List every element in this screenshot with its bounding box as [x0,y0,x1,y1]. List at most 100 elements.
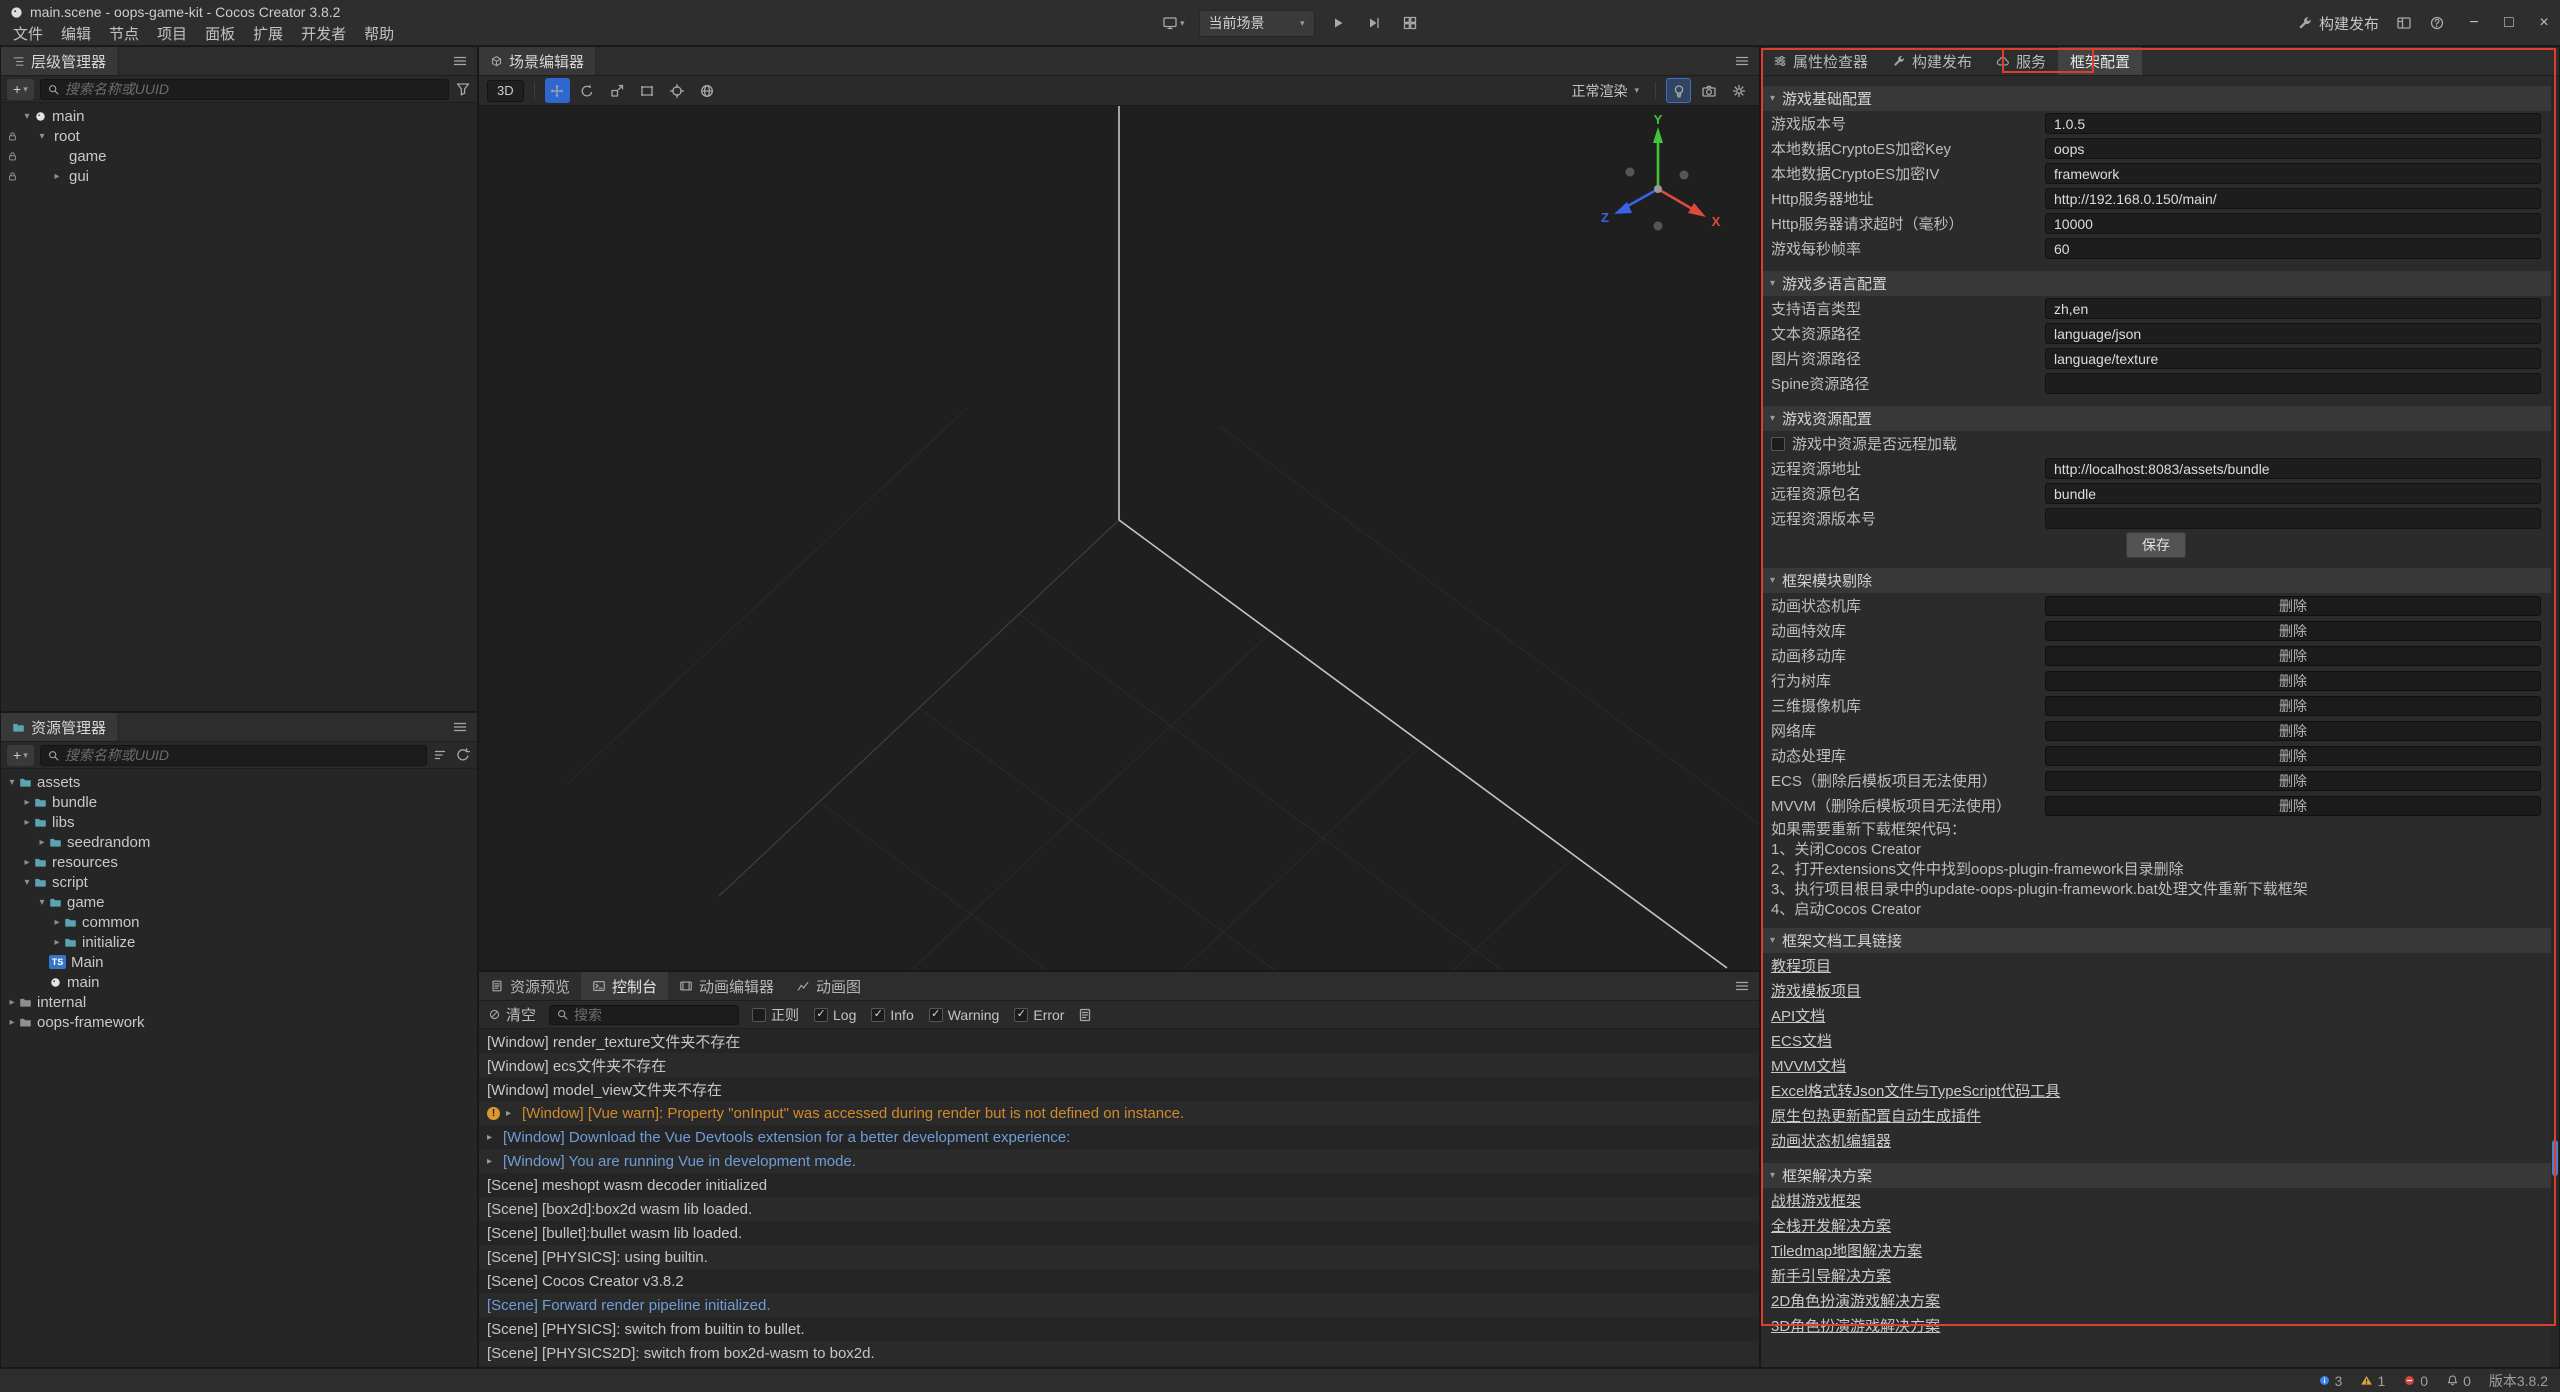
caret-closed-icon[interactable]: ▸ [5,1017,19,1028]
tree-row[interactable]: ▸internal [1,992,477,1012]
module-delete-button[interactable]: 删除 [2045,596,2541,616]
add-asset-button[interactable]: +▾ [7,745,34,766]
caret-closed-icon[interactable]: ▸ [50,917,64,928]
module-delete-button[interactable]: 删除 [2045,696,2541,716]
expand-caret-icon[interactable]: ▸ [487,1132,497,1143]
console-menu-icon[interactable] [1734,978,1750,994]
hierarchy-searchbox[interactable] [40,79,449,100]
scene-select[interactable]: 当前场景 ▾ [1199,10,1315,37]
log-row[interactable]: [Scene] Cocos Creator v3.8.2 [479,1269,1759,1293]
assets-search-input[interactable] [65,747,420,763]
menu-item-编辑[interactable]: 编辑 [52,21,100,45]
checkbox-icon[interactable]: ✓ [814,1008,828,1022]
filter-Log[interactable]: ✓Log [814,1007,856,1023]
add-node-button[interactable]: +▾ [7,79,34,100]
warning-count[interactable]: 1 [2360,1373,2385,1389]
minimize-button[interactable]: − [2466,14,2482,32]
log-row[interactable]: ▸[Window] Download the Vue Devtools exte… [479,1125,1759,1149]
module-delete-button[interactable]: 删除 [2045,646,2541,666]
log-row[interactable]: [Scene] [PHYSICS]: switch from builtin t… [479,1317,1759,1341]
layout-grid-button[interactable] [1397,10,1423,36]
filter-Info[interactable]: ✓Info [871,1007,913,1023]
message-count[interactable]: 3 [2318,1373,2343,1389]
caret-open-icon[interactable]: ▾ [20,111,34,122]
link-原生包热更新配置自动生成插件[interactable]: 原生包热更新配置自动生成插件 [1771,1105,1981,1126]
link-3D角色扮演游戏解决方案[interactable]: 3D角色扮演游戏解决方案 [1771,1315,1940,1336]
log-row[interactable]: [Scene] [bullet]:bullet wasm lib loaded. [479,1221,1759,1245]
field-input-Http服务器请求超时（毫秒）[interactable] [2045,213,2541,234]
field-input-Http服务器地址[interactable] [2045,188,2541,209]
section-header-框架解决方案[interactable]: ▾框架解决方案 [1761,1163,2551,1188]
link-教程项目[interactable]: 教程项目 [1771,955,1831,976]
notification-count[interactable]: 0 [2446,1373,2471,1389]
pivot-toggle-button[interactable] [665,78,690,103]
save-button[interactable]: 保存 [2126,532,2186,558]
inspector-tab-服务[interactable]: 服务 [1984,47,2058,75]
menu-item-扩展[interactable]: 扩展 [244,21,292,45]
section-header-框架模块剔除[interactable]: ▾框架模块剔除 [1761,568,2551,593]
checkbox-icon[interactable] [752,1008,766,1022]
field-input-远程资源版本号[interactable] [2045,508,2541,529]
clear-console-button[interactable]: 清空 [488,1004,536,1025]
coordinate-toggle-button[interactable] [695,78,720,103]
tree-row[interactable]: ▸gui [1,166,477,186]
collapse-logs-icon[interactable] [1077,1007,1093,1023]
inspector-tab-构建发布[interactable]: 构建发布 [1880,47,1984,75]
log-row[interactable]: [Window] model_view文件夹不存在 [479,1077,1759,1101]
link-Excel格式转Json文件与TypeScript代码工具[interactable]: Excel格式转Json文件与TypeScript代码工具 [1771,1080,2060,1101]
refresh-icon[interactable] [455,747,471,763]
tree-row[interactable]: TSMain [1,952,477,972]
field-input-本地数据CryptoES加密Key[interactable] [2045,138,2541,159]
link-新手引导解决方案[interactable]: 新手引导解决方案 [1771,1265,1891,1286]
tree-row[interactable]: ▸libs [1,812,477,832]
link-ECS文档[interactable]: ECS文档 [1771,1030,1832,1051]
section-header-游戏多语言配置[interactable]: ▾游戏多语言配置 [1761,271,2551,296]
tree-row[interactable]: ▾script [1,872,477,892]
console-tab-资源预览[interactable]: 资源预览 [479,972,581,1000]
link-API文档[interactable]: API文档 [1771,1005,1825,1026]
menu-item-项目[interactable]: 项目 [148,21,196,45]
field-input-支持语言类型[interactable] [2045,298,2541,319]
assets-searchbox[interactable] [40,745,427,766]
field-input-游戏版本号[interactable] [2045,113,2541,134]
lighting-toggle-button[interactable] [1666,78,1691,103]
caret-closed-icon[interactable]: ▸ [50,937,64,948]
checkbox-icon[interactable]: ✓ [929,1008,943,1022]
error-count[interactable]: 0 [2403,1373,2428,1389]
hierarchy-search-input[interactable] [65,81,442,97]
rect-tool-button[interactable] [635,78,660,103]
caret-closed-icon[interactable]: ▸ [20,857,34,868]
module-delete-button[interactable]: 删除 [2045,671,2541,691]
section-header-游戏资源配置[interactable]: ▾游戏资源配置 [1761,406,2551,431]
hierarchy-tab[interactable]: 层级管理器 [1,47,117,75]
preview-platform-button[interactable]: ▾ [1158,10,1189,36]
axis-gizmo[interactable]: Y X Z [1583,114,1733,264]
caret-open-icon[interactable]: ▾ [35,897,49,908]
menu-item-开发者[interactable]: 开发者 [292,21,355,45]
field-input-Spine资源路径[interactable] [2045,373,2541,394]
filter-icon[interactable] [455,81,471,97]
filter-Warning[interactable]: ✓Warning [929,1007,1000,1023]
log-row[interactable]: !▸[Window] [Vue warn]: Property "onInput… [479,1101,1759,1125]
hierarchy-menu-icon[interactable] [452,53,468,69]
checkbox-icon[interactable]: ✓ [871,1008,885,1022]
console-tab-动画图[interactable]: 动画图 [785,972,872,1000]
scene-tab[interactable]: 场景编辑器 [479,47,595,75]
tree-row[interactable]: ▾assets [1,772,477,792]
inspector-tab-框架配置[interactable]: 框架配置 [2058,47,2142,75]
tree-row[interactable]: ▸oops-framework [1,1012,477,1032]
caret-closed-icon[interactable]: ▸ [5,997,19,1008]
console-search-input[interactable] [574,1007,732,1023]
inspector-tab-属性检查器[interactable]: 属性检查器 [1761,47,1880,75]
play-button[interactable] [1325,10,1351,36]
link-战棋游戏框架[interactable]: 战棋游戏框架 [1771,1190,1861,1211]
caret-closed-icon[interactable]: ▸ [35,837,49,848]
menu-item-帮助[interactable]: 帮助 [355,21,403,45]
close-button[interactable]: × [2536,14,2552,32]
section-header-框架文档工具链接[interactable]: ▾框架文档工具链接 [1761,928,2551,953]
tree-row[interactable]: ▸bundle [1,792,477,812]
step-button[interactable] [1361,10,1387,36]
link-MVVM文档[interactable]: MVVM文档 [1771,1055,1846,1076]
expand-caret-icon[interactable]: ▸ [506,1108,516,1119]
link-动画状态机编辑器[interactable]: 动画状态机编辑器 [1771,1130,1891,1151]
